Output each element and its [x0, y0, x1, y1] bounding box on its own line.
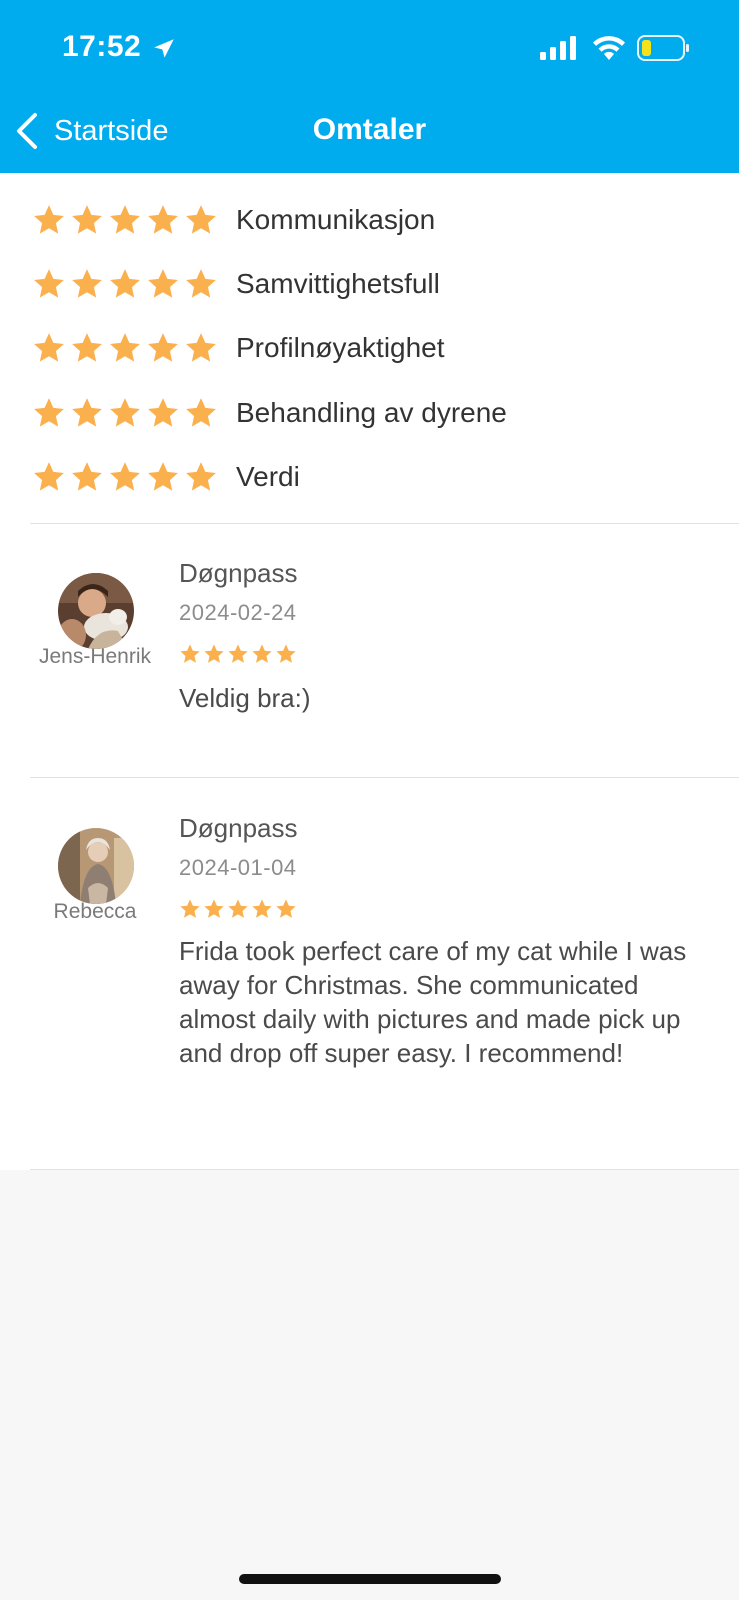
divider [30, 777, 739, 778]
avatar-photo [58, 828, 134, 904]
star-icon [32, 203, 66, 237]
star-icon [179, 643, 201, 665]
rating-row-communication: Kommunikasjon [32, 198, 435, 242]
star-icon [146, 331, 180, 365]
star-icon [32, 331, 66, 365]
review-date: 2024-02-24 [179, 600, 297, 625]
star-icon [70, 331, 104, 365]
star-icon [227, 643, 249, 665]
app-header: 17:52 Startside Omtaler [0, 0, 739, 173]
rating-row-conscientious: Samvittighetsfull [32, 262, 440, 306]
avatar-photo [58, 573, 134, 649]
star-icon [32, 460, 66, 494]
rating-label: Kommunikasjon [236, 204, 436, 235]
star-icon [184, 267, 218, 301]
star-icon [146, 203, 180, 237]
rating-stars [32, 396, 218, 430]
reviews-content: Kommunikasjon Samvittighetsfull Profilnø… [0, 173, 739, 1170]
divider [30, 523, 739, 524]
star-icon [251, 898, 273, 920]
star-icon [108, 460, 142, 494]
review-text: Frida took perfect care of my cat while … [179, 936, 687, 1068]
rating-row-animal-care: Behandling av dyrene [32, 391, 507, 435]
star-icon [184, 203, 218, 237]
service-type: Døgnpass [179, 813, 298, 843]
rating-stars [32, 267, 218, 301]
star-icon [70, 267, 104, 301]
review-date: 2024-01-04 [179, 855, 297, 880]
star-icon [70, 203, 104, 237]
review-stars [179, 643, 297, 665]
rating-stars [32, 203, 218, 237]
rating-label: Verdi [236, 461, 300, 492]
service-type: Døgnpass [179, 558, 298, 588]
star-icon [184, 331, 218, 365]
rating-label: Behandling av dyrene [236, 397, 507, 428]
star-icon [203, 643, 225, 665]
reviewer-name: Rebecca [53, 900, 137, 923]
star-icon [32, 396, 66, 430]
home-indicator[interactable] [239, 1574, 501, 1584]
reviewer-name: Jens-Henrik [38, 645, 152, 668]
star-icon [275, 643, 297, 665]
star-icon [70, 396, 104, 430]
star-icon [184, 396, 218, 430]
rating-stars [32, 460, 218, 494]
review-text: Veldig bra:) [179, 683, 311, 713]
star-icon [146, 396, 180, 430]
star-icon [32, 267, 66, 301]
status-time: 17:52 [62, 30, 142, 63]
battery-icon [637, 35, 689, 61]
star-icon [184, 460, 218, 494]
rating-label: Profilnøyaktighet [236, 332, 445, 363]
star-icon [108, 203, 142, 237]
rating-label: Samvittighetsfull [236, 268, 440, 299]
divider [30, 1169, 739, 1170]
star-icon [227, 898, 249, 920]
wifi-icon [593, 36, 625, 60]
avatar[interactable] [58, 828, 134, 904]
cellular-signal-icon [540, 36, 576, 60]
page-title: Omtaler [312, 113, 427, 146]
review-stars [179, 898, 297, 920]
avatar[interactable] [58, 573, 134, 649]
star-icon [251, 643, 273, 665]
star-icon [275, 898, 297, 920]
rating-stars [32, 331, 218, 365]
rating-row-profile-accuracy: Profilnøyaktighet [32, 326, 445, 370]
location-arrow-icon [154, 39, 174, 58]
star-icon [146, 460, 180, 494]
star-icon [108, 267, 142, 301]
star-icon [108, 396, 142, 430]
star-icon [203, 898, 225, 920]
star-icon [108, 331, 142, 365]
star-icon [70, 460, 104, 494]
star-icon [146, 267, 180, 301]
rating-row-value: Verdi [32, 455, 300, 499]
star-icon [179, 898, 201, 920]
